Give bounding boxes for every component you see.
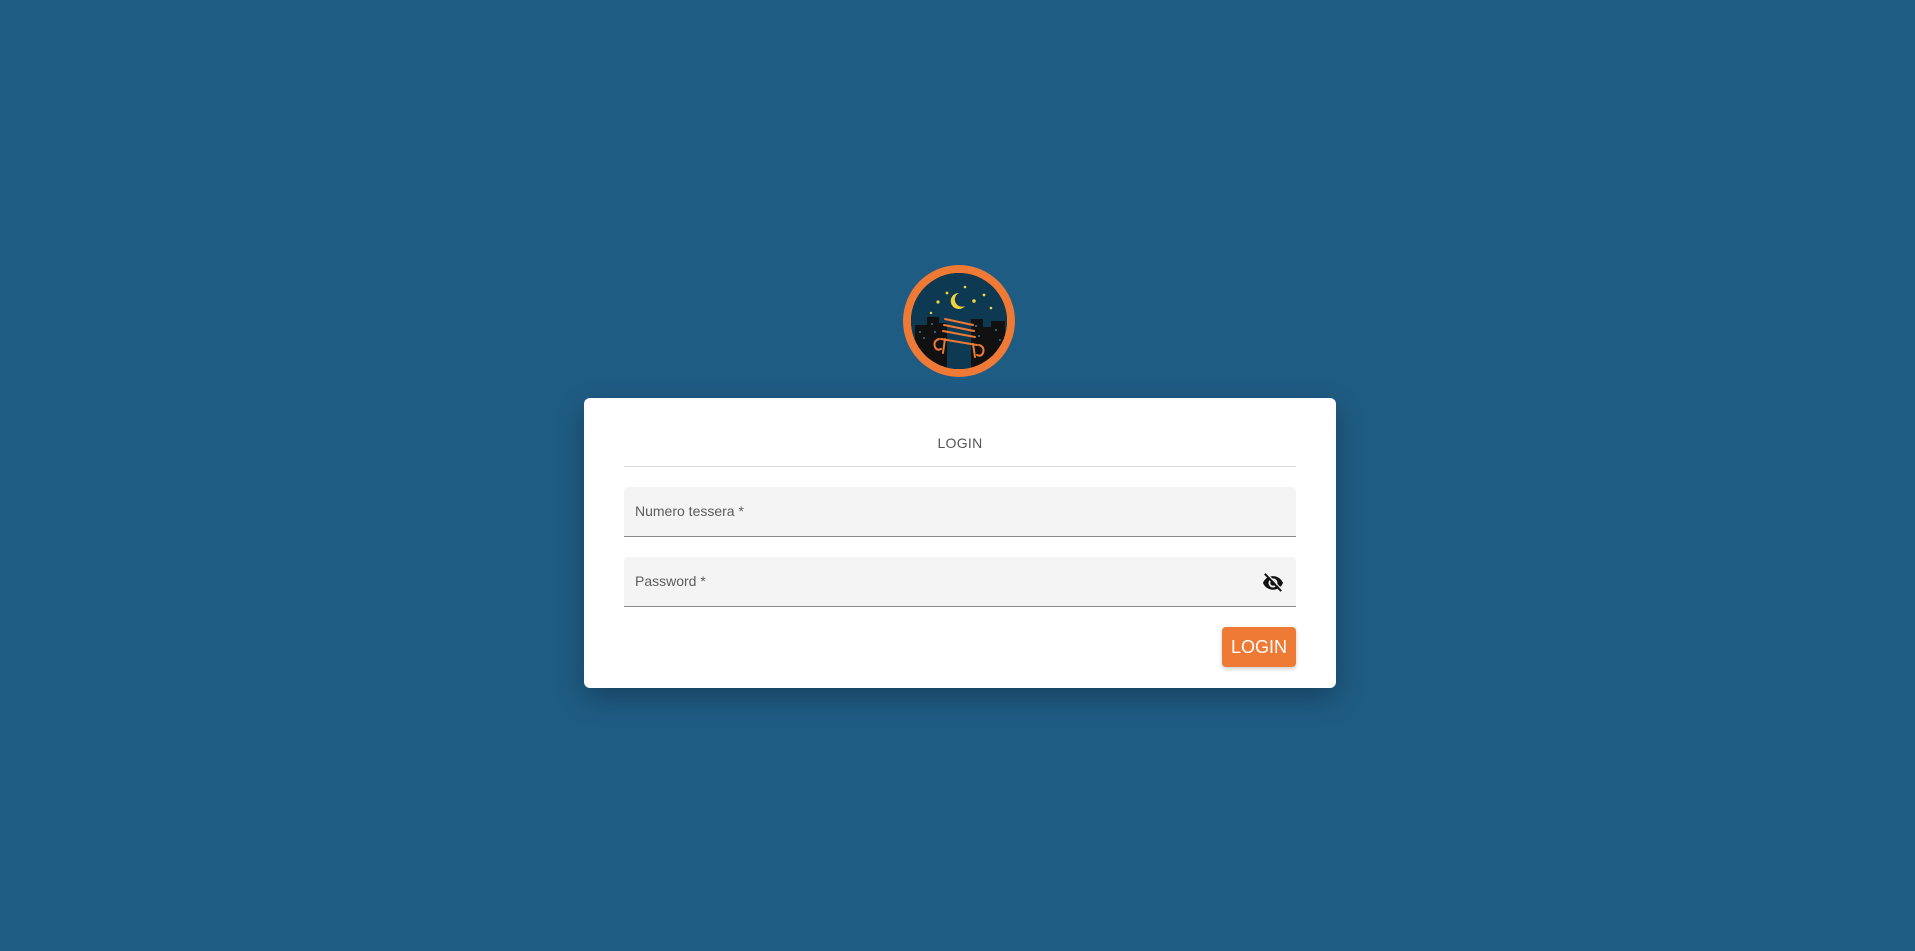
- password-input[interactable]: [624, 557, 1296, 606]
- login-page: LOGIN Numero tessera * Password * LOGIN: [0, 0, 1915, 951]
- card-number-input[interactable]: [624, 487, 1296, 536]
- eye-off-icon[interactable]: [1262, 572, 1284, 592]
- login-card: LOGIN Numero tessera * Password * LOGIN: [584, 398, 1336, 688]
- login-button[interactable]: LOGIN: [1221, 627, 1296, 667]
- title-divider: [624, 466, 1296, 467]
- app-logo: [903, 265, 1015, 377]
- night-bench-logo-icon: [911, 273, 1007, 369]
- form-actions: LOGIN: [624, 627, 1296, 667]
- card-title: LOGIN: [937, 435, 983, 451]
- card-number-field[interactable]: Numero tessera *: [624, 487, 1296, 537]
- password-field[interactable]: Password *: [624, 557, 1296, 607]
